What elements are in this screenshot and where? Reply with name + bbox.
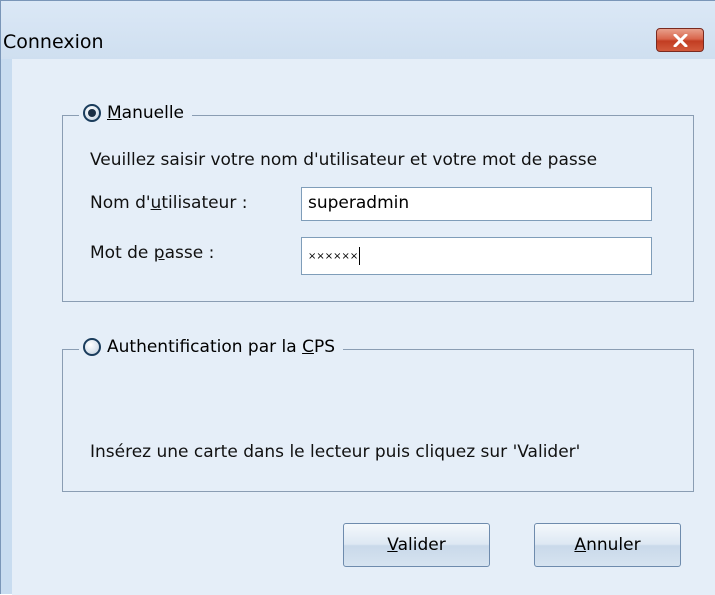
window-title: Connexion [3, 31, 104, 53]
title-bar[interactable]: Connexion [1, 1, 715, 59]
close-icon [673, 34, 688, 47]
username-field[interactable]: superadmin [301, 187, 652, 221]
manual-radio[interactable] [83, 104, 101, 122]
username-value: superadmin [308, 193, 410, 213]
validate-button[interactable]: Valider [343, 523, 490, 567]
validate-label: Valider [387, 535, 446, 555]
manual-option[interactable]: Manuelle [79, 103, 193, 123]
manual-label: Manuelle [107, 103, 185, 123]
username-label: Nom d'utilisateur : [90, 193, 248, 213]
text-caret [359, 247, 361, 265]
password-label: Mot de passe : [90, 243, 215, 263]
manual-instructions: Veuillez saisir votre nom d'utilisateur … [90, 150, 598, 170]
cancel-label: Annuler [574, 535, 641, 555]
cps-label: Authentification par la CPS [107, 337, 335, 357]
cps-instructions: Insérez une carte dans le lecteur puis c… [90, 442, 581, 462]
manual-group: Manuelle Veuillez saisir votre nom d'uti… [62, 103, 694, 302]
cps-radio[interactable] [83, 338, 101, 356]
password-field[interactable]: ×××××× [301, 237, 652, 275]
dialog-body: Manuelle Veuillez saisir votre nom d'uti… [12, 59, 715, 595]
password-mask: ×××××× [308, 251, 359, 262]
cps-option[interactable]: Authentification par la CPS [79, 337, 343, 357]
cps-group: Authentification par la CPS Insérez une … [62, 337, 694, 492]
cancel-button[interactable]: Annuler [534, 523, 681, 567]
login-dialog: Connexion Manuelle Veuillez saisir votre… [0, 0, 715, 595]
close-button[interactable] [656, 28, 704, 52]
